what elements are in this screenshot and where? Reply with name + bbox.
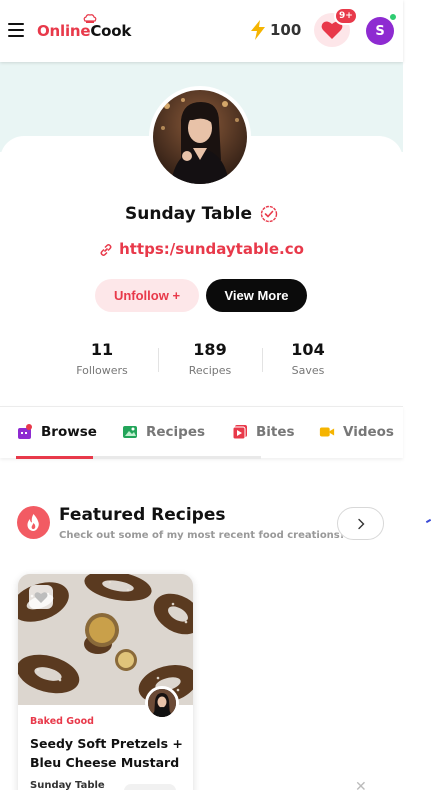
play-icon: [232, 425, 247, 440]
tab-label: Videos: [343, 424, 394, 440]
save-recipe-button[interactable]: [29, 585, 53, 609]
tab-browse[interactable]: Browse: [17, 424, 97, 440]
link-icon: [100, 243, 112, 256]
energy-counter[interactable]: 100: [250, 20, 301, 40]
active-tab-indicator: [16, 456, 93, 459]
recipe-title[interactable]: Seedy Soft Pretzels + Bleu Cheese Mustar…: [30, 734, 185, 772]
logo-part1: Online: [37, 22, 91, 40]
unfollow-button[interactable]: Unfollow +: [95, 279, 199, 312]
video-camera-icon: [319, 427, 335, 437]
stat-label: Followers: [76, 364, 128, 377]
tab-label: Browse: [41, 424, 97, 440]
tab-scroll-track: [93, 456, 261, 459]
chef-hat-icon: [83, 14, 97, 23]
stat-value: 189: [193, 340, 227, 359]
user-avatar[interactable]: S: [366, 17, 394, 45]
tab-bites[interactable]: Bites: [232, 424, 295, 440]
menu-icon[interactable]: [8, 23, 24, 37]
fire-icon: [17, 506, 50, 539]
tab-recipes[interactable]: Recipes: [122, 424, 205, 440]
author-avatar[interactable]: [145, 686, 179, 720]
profile-name: Sunday Table: [125, 204, 252, 224]
page-gutter: [403, 62, 431, 790]
profile-name-row: Sunday Table: [0, 204, 403, 224]
tab-label: Bites: [256, 424, 295, 440]
notification-badge: 9+: [334, 7, 358, 25]
close-icon[interactable]: ✕: [355, 779, 367, 790]
featured-subtitle: Check out some of my most recent food cr…: [59, 530, 345, 541]
online-status-dot: [389, 13, 397, 21]
stat-divider: [158, 348, 159, 372]
profile-photo: [149, 86, 251, 188]
stat-label: Saves: [291, 364, 325, 377]
chevron-right-icon: [357, 518, 364, 529]
image-icon: [123, 426, 137, 438]
browse-icon: [18, 424, 32, 439]
energy-count: 100: [270, 21, 302, 39]
recipe-card[interactable]: Baked Good Seedy Soft Pretzels + Bleu Ch…: [18, 574, 193, 790]
website-link[interactable]: https:/sundaytable.co: [0, 240, 403, 258]
bolt-icon: [251, 20, 265, 40]
bottom-pill: [124, 784, 176, 790]
stat-saves[interactable]: 104 Saves: [263, 340, 353, 377]
recipe-category: Baked Good: [30, 716, 94, 727]
stat-label: Recipes: [188, 364, 232, 377]
recipe-author[interactable]: Sunday Table: [30, 780, 105, 790]
site-logo[interactable]: OnlineCook: [37, 22, 131, 40]
profile-tabs: Browse Recipes Bites Videos: [0, 406, 403, 458]
stat-value: 11: [90, 340, 114, 359]
verified-icon: [260, 205, 278, 223]
view-more-button[interactable]: View More: [206, 279, 307, 312]
website-url: https:/sundaytable.co: [119, 240, 304, 258]
top-bar: OnlineCook 100 9+ S: [0, 0, 403, 62]
logo-part2: Cook: [90, 22, 132, 40]
heart-outline-icon: [34, 591, 48, 603]
stat-recipes[interactable]: 189 Recipes: [165, 340, 255, 377]
carousel-next-button[interactable]: [337, 507, 384, 540]
stat-value: 104: [291, 340, 325, 359]
stat-followers[interactable]: 11 Followers: [57, 340, 147, 377]
tab-videos[interactable]: Videos: [319, 424, 394, 440]
tab-label: Recipes: [146, 424, 206, 440]
featured-title: Featured Recipes: [59, 505, 226, 525]
